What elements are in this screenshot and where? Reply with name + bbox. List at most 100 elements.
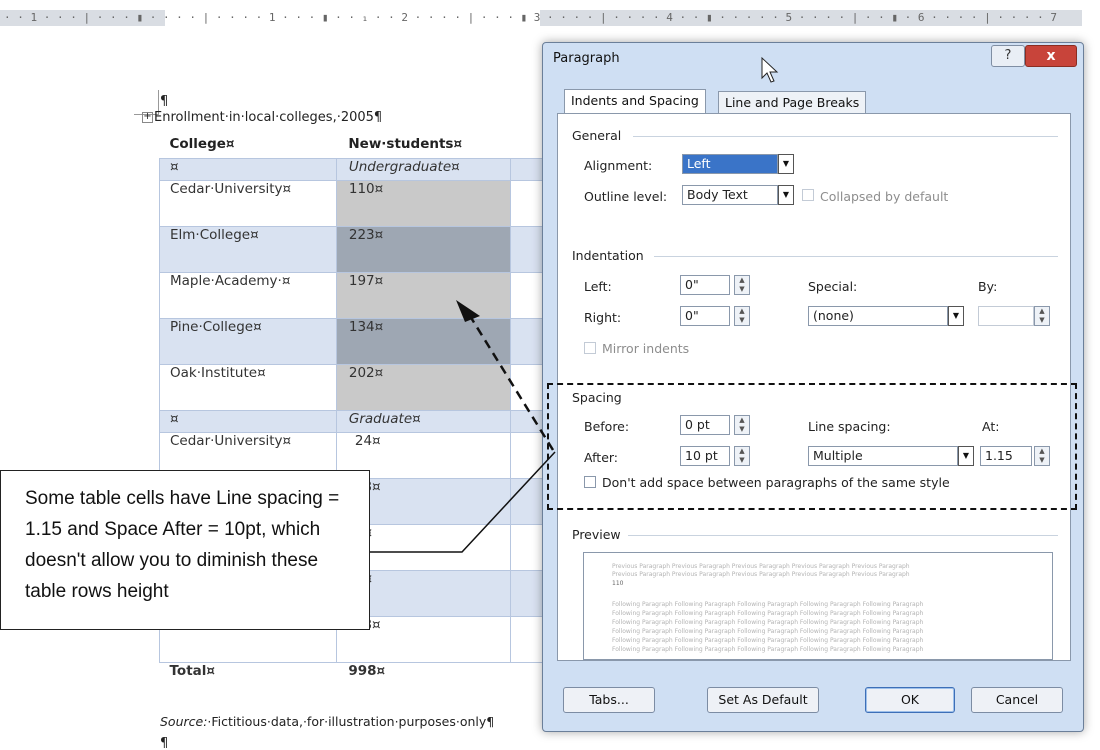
table-row: Pine·College¤ 134¤ (159, 317, 545, 365)
alignment-label: Alignment: (584, 158, 653, 173)
student-count: 134¤ (335, 317, 511, 365)
by-input[interactable] (978, 306, 1034, 326)
student-count: 223¤ (335, 225, 511, 273)
tabs-button[interactable]: Tabs... (563, 687, 655, 713)
college-name: Pine·College¤ (159, 317, 337, 365)
source-text: ·Fictitious·data,·for·illustration·purpo… (207, 714, 495, 729)
ruler-scale: · · 1 · · · | · · · ▮ · · · · | · · · · … (4, 11, 1057, 24)
dialog-title: Paragraph (553, 51, 620, 66)
alignment-select[interactable]: Left (682, 154, 778, 174)
preview-following-text: Following Paragraph Following Paragraph … (612, 628, 924, 635)
college-name: Cedar·University¤ (159, 179, 337, 227)
student-count: 197¤ (335, 271, 511, 319)
preview-previous-text: Previous Paragraph Previous Paragraph Pr… (612, 571, 910, 578)
table-move-handle-icon[interactable]: + (142, 112, 153, 123)
table-title: Enrollment·in·local·colleges,·2005¶ (154, 110, 383, 125)
preview-previous-text: Previous Paragraph Previous Paragraph Pr… (612, 563, 910, 570)
table-row: Elm·College¤ 223¤ (159, 225, 545, 273)
spinner-icon[interactable]: ▲ ▼ (734, 275, 750, 295)
document-page[interactable]: ¶ + Enrollment·in·local·colleges,·2005¶ … (0, 30, 545, 750)
indentation-heading: Indentation (572, 248, 644, 263)
divider (633, 136, 1058, 137)
section-label: Undergraduate¤ (335, 157, 511, 181)
total-value: 998¤ (336, 661, 511, 688)
chevron-down-icon[interactable]: ▼ (778, 185, 794, 205)
spacing-highlight-box (547, 383, 1077, 510)
cancel-button[interactable]: Cancel (971, 687, 1063, 713)
preview-following-text: Following Paragraph Following Paragraph … (612, 610, 924, 617)
divider (628, 535, 1058, 536)
chevron-down-icon[interactable]: ▼ (948, 306, 964, 326)
table-cell (510, 136, 545, 158)
table-cell (509, 569, 545, 617)
college-name: Oak·Institute¤ (159, 363, 337, 411)
table-row: Oak·Institute¤ 202¤ (159, 363, 545, 411)
preview-box: Previous Paragraph Previous Paragraph Pr… (583, 552, 1053, 660)
mirror-indents-checkbox[interactable] (584, 342, 596, 354)
preview-following-text: Following Paragraph Following Paragraph … (612, 619, 924, 626)
college-name: Maple·Academy·¤ (159, 271, 337, 319)
table-cell: ¤ (159, 157, 337, 181)
by-label: By: (978, 279, 998, 294)
spinner-icon[interactable]: ▲ ▼ (734, 306, 750, 326)
source-note: Source:·Fictitious·data,·for·illustratio… (160, 714, 494, 729)
indent-left-label: Left: (584, 279, 612, 294)
table-header-row: College¤ New·students¤ (160, 136, 546, 158)
divider (654, 256, 1058, 257)
general-heading: General (572, 128, 622, 143)
student-count: 110¤ (335, 179, 511, 227)
annotation-callout: Some table cells have Line spacing = 1.1… (0, 470, 370, 630)
table-row: Cedar·University¤ 110¤ (159, 179, 545, 227)
table-cell: ¤ (159, 409, 337, 433)
table-cell (509, 431, 545, 479)
table-cell (509, 523, 545, 571)
table-cell (509, 363, 545, 411)
source-label: Source: (160, 714, 208, 729)
total-row: Total¤ 998¤ (159, 661, 545, 688)
section-row: ¤ Graduate¤ (159, 409, 545, 433)
table-cell (509, 271, 545, 319)
preview-heading: Preview (572, 527, 621, 542)
table-cell (509, 157, 545, 181)
tab-indents-and-spacing[interactable]: Indents and Spacing (564, 89, 706, 114)
set-as-default-button[interactable]: Set As Default (707, 687, 819, 713)
college-name: Elm·College¤ (159, 225, 337, 273)
indent-right-input[interactable]: 0" (680, 306, 730, 326)
table-cell (510, 661, 545, 688)
spinner-icon[interactable]: ▲ ▼ (1034, 306, 1050, 326)
table-cell (509, 477, 545, 525)
section-label: Graduate¤ (335, 409, 511, 433)
table-cell (509, 179, 545, 227)
collapsed-label: Collapsed by default (820, 189, 949, 204)
mirror-indents-label: Mirror indents (602, 341, 690, 356)
student-count: 202¤ (335, 363, 511, 411)
table-cell (509, 615, 545, 663)
tab-line-and-page-breaks[interactable]: Line and Page Breaks (718, 91, 867, 113)
section-row: ¤ Undergraduate¤ (159, 157, 545, 181)
ok-button[interactable]: OK (865, 687, 955, 713)
outline-level-label: Outline level: (584, 189, 668, 204)
table-cell (509, 409, 545, 433)
special-label: Special: (808, 279, 858, 294)
help-button[interactable]: ? (991, 45, 1025, 67)
total-label: Total¤ (159, 661, 337, 688)
table-cell (509, 225, 545, 273)
paragraph-mark: ¶ (160, 736, 169, 750)
table-row: Maple·Academy·¤ 197¤ (159, 271, 545, 319)
preview-following-text: Following Paragraph Following Paragraph … (612, 646, 924, 653)
horizontal-ruler[interactable]: · · 1 · · · | · · · ▮ · · · · | · · · · … (0, 0, 1100, 30)
collapsed-checkbox[interactable] (802, 189, 814, 201)
outline-level-select[interactable]: Body Text (682, 185, 778, 205)
header-new-students: New·students¤ (348, 136, 463, 152)
paragraph-mark: ¶ (160, 94, 169, 109)
special-select[interactable]: (none) (808, 306, 948, 326)
indent-right-label: Right: (584, 310, 622, 325)
chevron-down-icon[interactable]: ▼ (778, 154, 794, 174)
close-button[interactable]: x (1025, 45, 1077, 67)
preview-following-text: Following Paragraph Following Paragraph … (612, 637, 924, 644)
preview-following-text: Following Paragraph Following Paragraph … (612, 601, 924, 608)
preview-sample-text: 110 (612, 580, 624, 587)
table-cell (509, 317, 545, 365)
indent-left-input[interactable]: 0" (680, 275, 730, 295)
header-college: College¤ (169, 136, 235, 152)
